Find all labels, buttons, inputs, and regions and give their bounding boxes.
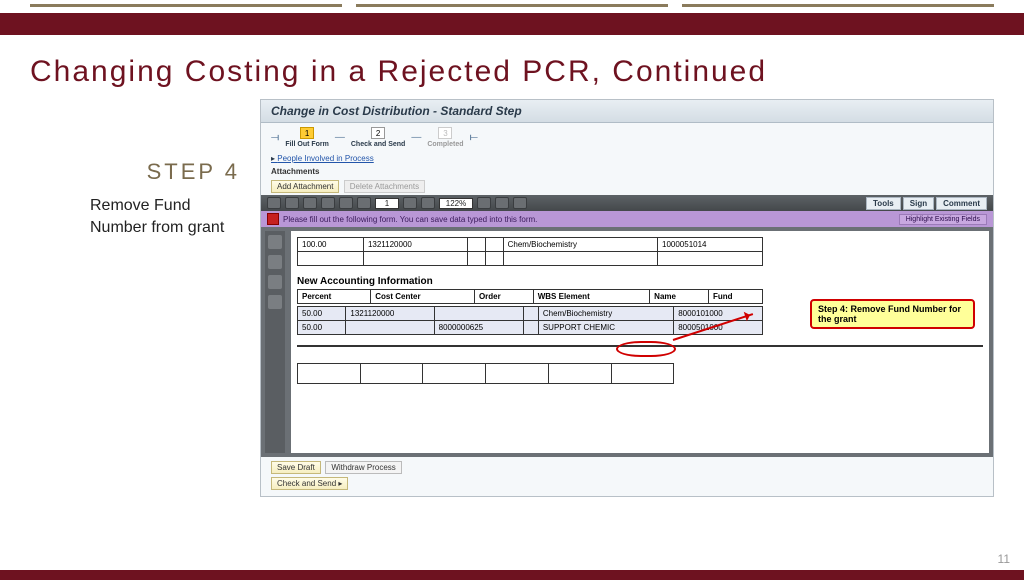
add-attachment-button[interactable]: Add Attachment: [271, 180, 339, 193]
wizard-step-3: 3 Completed: [427, 127, 463, 148]
cell-name[interactable]: SUPPORT CHEMIC: [538, 321, 673, 335]
cell-wbs[interactable]: [485, 238, 503, 252]
cell-fund[interactable]: 8000501000: [674, 321, 763, 335]
wizard-step-label: Check and Send: [351, 141, 405, 148]
toolbar-tool-icon[interactable]: [477, 197, 491, 209]
table-row: 50.00 1321120000 Chem/Biochemistry 80001…: [298, 307, 763, 321]
col-fund: Fund: [708, 290, 763, 304]
pdf-info-bar: Please fill out the following form. You …: [261, 211, 993, 227]
cell-name[interactable]: Chem/Biochemistry: [503, 238, 657, 252]
cell-cost-center[interactable]: [346, 321, 434, 335]
embedded-screenshot: Change in Cost Distribution - Standard S…: [260, 99, 994, 497]
toolbar-tool-icon[interactable]: [403, 197, 417, 209]
top-maroon-bar: [0, 13, 1024, 35]
wizard-arrow-icon: ⟞: [271, 132, 279, 143]
save-draft-button[interactable]: Save Draft: [271, 461, 321, 474]
step-label: STEP 4: [30, 159, 240, 185]
wizard-step-number: 3: [438, 127, 452, 139]
toolbar-tool-icon[interactable]: [267, 197, 281, 209]
toolbar-tool-icon[interactable]: [303, 197, 317, 209]
wizard-step-number: 2: [371, 127, 385, 139]
pdf-sign-button[interactable]: Sign: [903, 197, 934, 210]
cell-cost-center[interactable]: 1321120000: [346, 307, 434, 321]
wizard-arrow-icon: ⟝: [470, 132, 478, 143]
toolbar-tool-icon[interactable]: [421, 197, 435, 209]
pdf-sidetool-icon[interactable]: [268, 255, 282, 269]
pdf-toolbar: 1 122% Tools Sign Comment: [261, 195, 993, 211]
annotation-circle: [616, 341, 676, 357]
blank-table: [297, 363, 674, 384]
wizard-steps: ⟞ 1 Fill Out Form — 2 Check and Send — 3…: [261, 123, 993, 152]
step-description: Remove Fund Number from grant: [30, 195, 240, 240]
cell-percent[interactable]: 100.00: [298, 238, 364, 252]
toolbar-tool-icon[interactable]: [339, 197, 353, 209]
pdf-sidetool-icon[interactable]: [268, 275, 282, 289]
rule-segment: [356, 4, 668, 7]
table-row: [298, 252, 763, 266]
cell-wbs[interactable]: [523, 307, 538, 321]
rule-segment: [682, 4, 994, 7]
cell-order[interactable]: [434, 307, 523, 321]
toolbar-tool-icon[interactable]: [513, 197, 527, 209]
attachments-heading: Attachments: [271, 167, 319, 176]
toolbar-tool-icon[interactable]: [285, 197, 299, 209]
table-row: 100.00 1321120000 Chem/Biochemistry 1000…: [298, 238, 763, 252]
top-rule-group: [0, 4, 1024, 7]
wizard-step-1[interactable]: 1 Fill Out Form: [285, 127, 329, 148]
cell-wbs[interactable]: [523, 321, 538, 335]
wizard-step-label: Completed: [427, 141, 463, 148]
cell-fund[interactable]: 1000051014: [658, 238, 763, 252]
col-percent: Percent: [298, 290, 371, 304]
toolbar-tool-icon[interactable]: [357, 197, 371, 209]
accounting-header-table: Percent Cost Center Order WBS Element Na…: [297, 289, 763, 304]
section-heading: New Accounting Information: [297, 276, 983, 287]
accounting-data-table: 50.00 1321120000 Chem/Biochemistry 80001…: [297, 306, 763, 335]
table-header-row: Percent Cost Center Order WBS Element Na…: [298, 290, 763, 304]
top-partial-table: 100.00 1321120000 Chem/Biochemistry 1000…: [297, 237, 763, 266]
cell-name[interactable]: Chem/Biochemistry: [538, 307, 673, 321]
wizard-step-number: 1: [300, 127, 314, 139]
pdf-page-field[interactable]: 1: [375, 198, 399, 209]
cell-percent[interactable]: 50.00: [298, 307, 346, 321]
col-order: Order: [474, 290, 533, 304]
table-row: [298, 364, 674, 384]
cell-order[interactable]: 8000000625: [434, 321, 523, 335]
people-involved-link[interactable]: People Involved in Process: [261, 152, 384, 165]
wizard-arrow-icon: —: [335, 132, 345, 143]
slide-page-number: 11: [998, 552, 1010, 566]
pdf-sidebar: [265, 231, 285, 453]
delete-attachments-button[interactable]: Delete Attachments: [344, 180, 425, 193]
divider-line: [297, 345, 983, 347]
pdf-icon: [267, 213, 279, 225]
bottom-maroon-bar: [0, 570, 1024, 580]
withdraw-process-button[interactable]: Withdraw Process: [325, 461, 401, 474]
cell-cost-center[interactable]: 1321120000: [363, 238, 467, 252]
col-name: Name: [650, 290, 709, 304]
highlight-fields-button[interactable]: Highlight Existing Fields: [899, 214, 987, 225]
cell-percent[interactable]: 50.00: [298, 321, 346, 335]
pdf-info-message: Please fill out the following form. You …: [283, 215, 537, 224]
pdf-page: 100.00 1321120000 Chem/Biochemistry 1000…: [291, 231, 989, 453]
page-title: Changing Costing in a Rejected PCR, Cont…: [0, 35, 1024, 99]
cell-order[interactable]: [468, 238, 486, 252]
wizard-arrow-icon: —: [411, 132, 421, 143]
wizard-step-label: Fill Out Form: [285, 141, 329, 148]
window-title: Change in Cost Distribution - Standard S…: [261, 100, 993, 123]
wizard-step-2[interactable]: 2 Check and Send: [351, 127, 405, 148]
pdf-zoom-field[interactable]: 122%: [439, 198, 473, 209]
pdf-comment-button[interactable]: Comment: [936, 197, 987, 210]
toolbar-tool-icon[interactable]: [321, 197, 335, 209]
check-and-send-button[interactable]: Check and Send ▸: [271, 477, 348, 490]
col-cost-center: Cost Center: [371, 290, 475, 304]
pdf-sidetool-icon[interactable]: [268, 235, 282, 249]
rule-segment: [30, 4, 342, 7]
col-wbs: WBS Element: [533, 290, 649, 304]
pdf-tools-button[interactable]: Tools: [866, 197, 901, 210]
annotation-callout: Step 4: Remove Fund Number for the grant: [810, 299, 975, 329]
pdf-sidetool-icon[interactable]: [268, 295, 282, 309]
toolbar-tool-icon[interactable]: [495, 197, 509, 209]
